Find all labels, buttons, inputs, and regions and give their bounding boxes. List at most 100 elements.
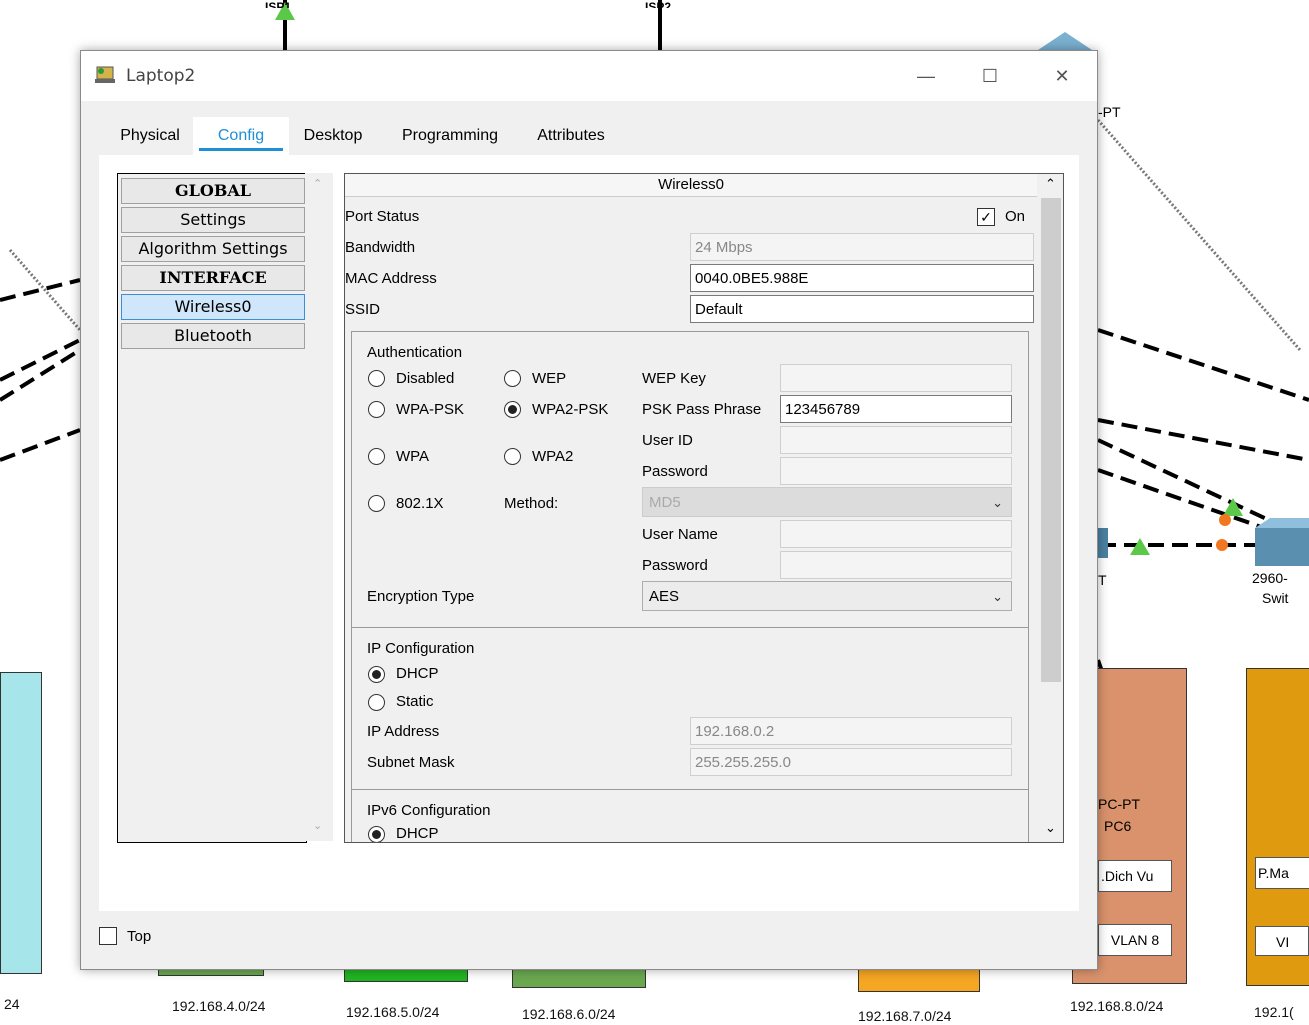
scroll-down-icon[interactable]: ⌄ <box>1045 820 1056 836</box>
ip-static-radio[interactable] <box>368 694 385 711</box>
top-checkbox[interactable] <box>99 927 117 945</box>
port-status-checkbox[interactable]: ✓ <box>977 208 995 226</box>
auth-wep-label: WEP <box>532 370 567 387</box>
link-right-4 <box>1097 468 1271 532</box>
laptop2-window: Laptop2 — ☐ ✕ Physical Config Desktop Pr… <box>80 50 1098 970</box>
router-edge-icon <box>1098 528 1108 558</box>
auth-8021x-radio[interactable] <box>368 495 385 512</box>
link-right-3 <box>1097 438 1291 532</box>
switch-name-label: Swit <box>1262 590 1289 606</box>
switch-icon <box>1255 528 1309 566</box>
sidebar-header-interface[interactable]: INTERFACE <box>121 265 305 291</box>
auth-wpa2-psk-radio[interactable] <box>504 401 521 418</box>
wep-key-field[interactable] <box>780 364 1012 392</box>
sidebar-scrollbar[interactable]: ⌃ ⌄ <box>305 173 333 841</box>
password-field[interactable] <box>780 457 1012 485</box>
router-type-label: -PT <box>1098 104 1121 120</box>
sidebar-scroll-up-icon[interactable]: ⌃ <box>313 177 322 190</box>
network-label-6: 192.168.6.0/24 <box>522 1006 616 1022</box>
sidebar-scroll-down-icon[interactable]: ⌄ <box>313 819 322 832</box>
mac-address-field[interactable]: 0040.0BE5.988E <box>690 264 1034 292</box>
network-label-4: 192.168.4.0/24 <box>172 998 266 1014</box>
room-right-label: P.Ma <box>1255 857 1309 889</box>
ip-address-label: IP Address <box>367 723 440 740</box>
config-content-area: GLOBAL Settings Algorithm Settings INTER… <box>99 155 1079 911</box>
router-icon <box>1035 32 1095 52</box>
network-label-right: 192.1( <box>1254 1004 1294 1020</box>
sidebar-item-wireless0[interactable]: Wireless0 <box>121 294 305 320</box>
ssid-label: SSID <box>345 301 381 318</box>
pc6-type-label: PC-PT <box>1098 796 1140 812</box>
subnet-mask-field[interactable]: 255.255.255.0 <box>690 748 1012 776</box>
room-dichvu-label: .Dich Vu <box>1098 860 1172 892</box>
encryption-type-select[interactable]: AES ⌄ <box>642 581 1012 611</box>
tab-programming[interactable]: Programming <box>391 117 509 155</box>
ip-configuration-group: IP Configuration DHCP Static IP Address … <box>351 627 1029 791</box>
ip-static-label: Static <box>396 693 434 710</box>
sidebar-item-algorithm-settings[interactable]: Algorithm Settings <box>121 236 305 262</box>
vlan-right-label: VI <box>1255 926 1309 956</box>
auth-8021x-label: 802.1X <box>396 495 444 512</box>
auth-wpa2-radio[interactable] <box>504 448 521 465</box>
minimize-button[interactable]: — <box>905 59 947 93</box>
isp2-label: ISP2 <box>645 0 672 8</box>
auth-disabled-radio[interactable] <box>368 370 385 387</box>
sidebar-header-global[interactable]: GLOBAL <box>121 178 305 204</box>
switch-model-label: 2960- <box>1252 570 1288 586</box>
bandwidth-field: 24 Mbps <box>690 233 1034 261</box>
psk-pass-phrase-label: PSK Pass Phrase <box>642 401 762 418</box>
method-label: Method: <box>504 495 559 512</box>
link-status-orange-2 <box>1216 539 1228 551</box>
auth-wpa2-label: WPA2 <box>532 448 574 465</box>
method-select[interactable]: MD5 ⌄ <box>642 487 1012 517</box>
network-label-7: 192.168.7.0/24 <box>858 1008 952 1024</box>
user-id-field[interactable] <box>780 426 1012 454</box>
link-status-orange-1 <box>1219 514 1231 526</box>
chevron-down-icon: ⌄ <box>992 495 1003 510</box>
interface-config-pane: Wireless0 ⌃ ⌄ Port Status ✓ On Bandwidth… <box>344 173 1064 843</box>
maximize-button[interactable]: ☐ <box>969 59 1011 93</box>
encryption-type-label: Encryption Type <box>367 588 475 605</box>
interface-scrollbar[interactable]: ⌃ ⌄ <box>1039 174 1063 842</box>
ip-configuration-title: IP Configuration <box>367 640 475 657</box>
method-value: MD5 <box>649 494 681 511</box>
scroll-up-icon[interactable]: ⌃ <box>1045 176 1056 192</box>
ssid-field[interactable]: Default <box>690 295 1034 323</box>
tab-physical[interactable]: Physical <box>117 117 183 155</box>
auth-disabled-label: Disabled <box>396 370 455 387</box>
ip-address-field[interactable]: 192.168.0.2 <box>690 717 1012 745</box>
user-name-field[interactable] <box>780 520 1012 548</box>
password2-label: Password <box>642 557 708 574</box>
user-name-label: User Name <box>642 526 718 543</box>
mac-address-label: MAC Address <box>345 270 437 287</box>
sidebar-item-settings[interactable]: Settings <box>121 207 305 233</box>
tab-desktop[interactable]: Desktop <box>297 117 369 155</box>
bandwidth-label: Bandwidth <box>345 239 416 256</box>
port-status-label: Port Status <box>345 208 420 225</box>
ip-dhcp-radio[interactable] <box>368 666 385 683</box>
auth-wpa-radio[interactable] <box>368 448 385 465</box>
authentication-title: Authentication <box>367 344 463 361</box>
ipv6-dhcp-radio[interactable] <box>368 826 385 842</box>
scroll-thumb[interactable] <box>1041 198 1061 682</box>
tab-config[interactable]: Config <box>193 117 289 155</box>
sidebar-item-bluetooth[interactable]: Bluetooth <box>121 323 305 349</box>
auth-wpa-psk-label: WPA-PSK <box>396 401 465 418</box>
link-left-2 <box>0 338 81 382</box>
auth-wep-radio[interactable] <box>504 370 521 387</box>
port-on-label: On <box>1005 208 1026 225</box>
auth-wpa2-psk-label: WPA2-PSK <box>532 401 609 418</box>
auth-wpa-psk-radio[interactable] <box>368 401 385 418</box>
authentication-group: Authentication Disabled WEP WPA-PSK WPA2… <box>351 331 1029 629</box>
chevron-down-icon: ⌄ <box>992 589 1003 604</box>
psk-pass-phrase-field[interactable]: 123456789 <box>780 395 1012 423</box>
wep-key-label: WEP Key <box>642 370 706 387</box>
password2-field[interactable] <box>780 551 1012 579</box>
window-titlebar[interactable]: Laptop2 — ☐ ✕ <box>81 51 1097 101</box>
tab-attributes[interactable]: Attributes <box>523 117 619 155</box>
close-button[interactable]: ✕ <box>1041 59 1083 93</box>
link-right-1 <box>1097 328 1309 402</box>
encryption-type-value: AES <box>649 588 680 605</box>
subnet-mask-label: Subnet Mask <box>367 754 455 771</box>
interface-title: Wireless0 <box>345 174 1037 197</box>
